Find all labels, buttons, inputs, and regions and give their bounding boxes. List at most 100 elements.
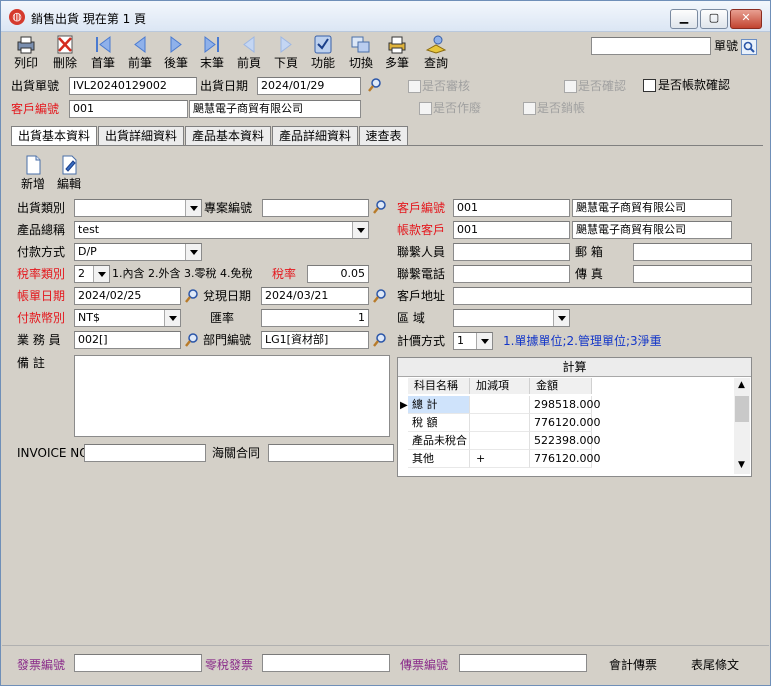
project-no-input[interactable] <box>262 199 369 217</box>
close-button[interactable]: ✕ <box>730 9 762 29</box>
table-row[interactable]: 總 計 <box>408 396 470 414</box>
currency-select[interactable]: NT$ <box>74 309 181 327</box>
dept-lookup-icon[interactable] <box>372 332 388 348</box>
chevron-up-icon[interactable]: ▲ <box>738 380 745 390</box>
confirmed-checkbox[interactable] <box>564 80 577 93</box>
chevron-down-icon[interactable] <box>93 266 109 282</box>
invoice-no-input[interactable] <box>74 654 202 672</box>
mailbox-input[interactable] <box>633 243 752 261</box>
sales-input[interactable]: 002[] <box>74 331 181 349</box>
exchange-input[interactable]: 1 <box>261 309 369 327</box>
bill-date-input[interactable]: 2024/02/25 <box>74 287 181 305</box>
switch-button[interactable]: 切換 <box>343 32 379 74</box>
reviewed-checkbox[interactable] <box>408 80 421 93</box>
table-row[interactable]: 產品未稅合 <box>408 432 470 450</box>
ship-date-input[interactable]: 2024/01/29 <box>257 77 361 95</box>
customer-no-input[interactable]: 001 <box>69 100 188 118</box>
last-record-button[interactable]: 末筆 <box>194 32 230 74</box>
function-button[interactable]: 功能 <box>305 32 341 74</box>
table-cell[interactable]: 776120.000 <box>530 414 600 432</box>
customs-input[interactable] <box>268 444 394 462</box>
tab-ship-detail[interactable]: 出貨詳細資料 <box>98 126 184 146</box>
sales-lookup-icon[interactable] <box>184 332 200 348</box>
table-cell[interactable]: 298518.000 <box>530 396 600 414</box>
chevron-down-icon[interactable] <box>185 244 201 260</box>
table-row[interactable]: 稅 額 <box>408 414 470 432</box>
tab-product-detail[interactable]: 產品詳細資料 <box>272 126 358 146</box>
scrollbar-thumb[interactable] <box>735 396 749 422</box>
tab-product-basic[interactable]: 產品基本資料 <box>185 126 271 146</box>
tab-ship-basic[interactable]: 出貨基本資料 <box>11 126 97 146</box>
function-icon <box>314 35 332 54</box>
tab-quick-lookup[interactable]: 速查表 <box>359 126 408 146</box>
calc-scrollbar[interactable]: ▲ ▼ <box>734 378 750 474</box>
calc-title: 計算 <box>398 358 751 377</box>
address-input[interactable] <box>453 287 752 305</box>
table-cell[interactable]: 776120.000 <box>530 450 600 468</box>
ship-date-lookup-icon[interactable] <box>367 77 383 93</box>
table-cell[interactable] <box>470 396 530 414</box>
fax-no-input[interactable] <box>459 654 587 672</box>
account-customer-name-input[interactable]: 颶慧電子商貿有限公司 <box>572 221 732 239</box>
zero-tax-input[interactable] <box>262 654 390 672</box>
new-icon <box>26 155 41 175</box>
exchange-label: 匯率 <box>210 311 235 325</box>
remark-textarea[interactable] <box>74 355 390 437</box>
accounting-voucher-button[interactable]: 會計傳票 <box>609 656 657 674</box>
chevron-down-icon[interactable] <box>164 310 180 326</box>
calc-grid: 計算 科目名稱 加減項 金額 ▶ 總 計 298518.000 稅 額 7761… <box>397 357 752 477</box>
edit-button[interactable]: 編輯 <box>51 153 87 195</box>
print-button[interactable]: 列印 <box>8 32 44 74</box>
chevron-down-icon[interactable] <box>553 310 569 326</box>
product-category-select[interactable]: test <box>74 221 369 239</box>
next-record-button[interactable]: 後筆 <box>158 32 194 74</box>
fax-input[interactable] <box>633 265 752 283</box>
prev-page-button[interactable]: 前頁 <box>231 32 267 74</box>
cash-date-input[interactable]: 2024/03/21 <box>261 287 369 305</box>
account-confirmed-checkbox[interactable] <box>643 79 656 92</box>
chevron-down-icon[interactable] <box>476 333 492 349</box>
remark-label: 備 註 <box>17 356 45 370</box>
tail-text-button[interactable]: 表尾條文 <box>691 656 739 674</box>
customer-no-input-2[interactable]: 001 <box>453 199 570 217</box>
delete-button[interactable]: 刪除 <box>47 32 83 74</box>
new-button[interactable]: 新增 <box>15 153 51 195</box>
search-icon[interactable] <box>741 39 757 55</box>
project-lookup-icon[interactable] <box>372 199 388 215</box>
minimize-button[interactable]: ▁ <box>670 9 698 29</box>
chevron-down-icon[interactable] <box>352 222 368 238</box>
void-checkbox[interactable] <box>419 102 432 115</box>
multi-button[interactable]: 多筆 <box>379 32 415 74</box>
payment-select[interactable]: D/P <box>74 243 202 261</box>
dept-input[interactable]: LG1[資材部] <box>261 331 369 349</box>
region-select[interactable] <box>453 309 570 327</box>
customer-no-label: 客戶編號 <box>11 102 60 116</box>
order-search-input[interactable] <box>591 37 711 55</box>
query-button[interactable]: 查詢 <box>418 32 454 74</box>
sold-checkbox[interactable] <box>523 102 536 115</box>
next-page-button[interactable]: 下頁 <box>268 32 304 74</box>
table-cell[interactable] <box>470 432 530 450</box>
order-no-input[interactable]: IVL20240129002 <box>69 77 197 95</box>
bill-date-lookup-icon[interactable] <box>184 288 200 304</box>
ship-type-select[interactable] <box>74 199 202 217</box>
customer-name-input[interactable]: 颶慧電子商貿有限公司 <box>189 100 361 118</box>
chevron-down-icon[interactable] <box>185 200 201 216</box>
pricing-select[interactable]: 1 <box>453 332 493 350</box>
account-customer-no-input[interactable]: 001 <box>453 221 570 239</box>
first-record-button[interactable]: 首筆 <box>85 32 121 74</box>
table-cell[interactable]: 522398.000 <box>530 432 600 450</box>
tax-type-select[interactable]: 2 <box>74 265 110 283</box>
table-cell[interactable] <box>470 414 530 432</box>
chevron-down-icon[interactable]: ▼ <box>738 460 745 470</box>
prev-record-button[interactable]: 前筆 <box>122 32 158 74</box>
cash-date-lookup-icon[interactable] <box>372 288 388 304</box>
table-cell[interactable]: + <box>470 450 530 468</box>
table-row[interactable]: 其他 <box>408 450 470 468</box>
invoice-input[interactable] <box>84 444 206 462</box>
customer-name-input-2[interactable]: 颶慧電子商貿有限公司 <box>572 199 732 217</box>
maximize-button[interactable]: ▢ <box>700 9 728 29</box>
phone-input[interactable] <box>453 265 570 283</box>
contact-input[interactable] <box>453 243 570 261</box>
tax-rate-input[interactable]: 0.05 <box>307 265 369 283</box>
